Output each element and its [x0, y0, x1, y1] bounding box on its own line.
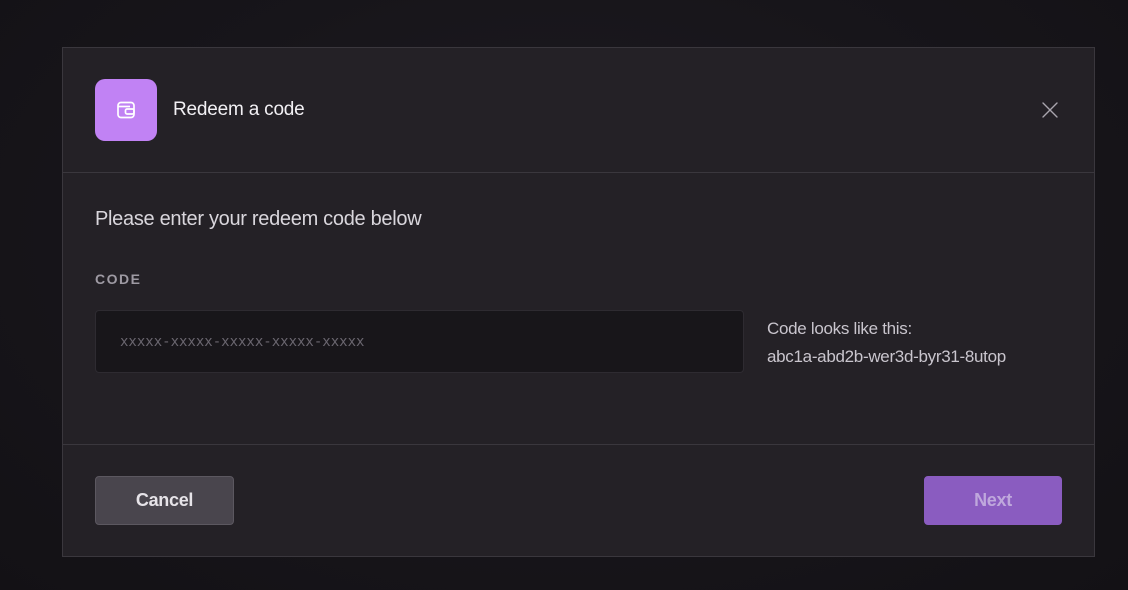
modal-footer: Cancel Next	[63, 445, 1094, 556]
code-hint-example: abc1a-abd2b-wer3d-byr31-8utop	[767, 347, 1006, 366]
cancel-button[interactable]: Cancel	[95, 476, 234, 525]
modal-title: Redeem a code	[173, 99, 305, 120]
modal-header: Redeem a code	[63, 48, 1094, 173]
code-label: CODE	[95, 271, 142, 287]
next-button[interactable]: Next	[924, 476, 1062, 525]
modal-body: Please enter your redeem code below CODE…	[63, 173, 1094, 445]
instruction-text: Please enter your redeem code below	[95, 208, 422, 230]
redeem-code-modal: Redeem a code Please enter your redeem c…	[62, 47, 1095, 557]
close-icon[interactable]	[1038, 98, 1062, 122]
wallet-icon	[95, 79, 157, 141]
code-hint-title: Code looks like this:	[767, 319, 912, 338]
code-hint: Code looks like this: abc1a-abd2b-wer3d-…	[767, 315, 1006, 371]
code-input[interactable]	[95, 310, 744, 373]
